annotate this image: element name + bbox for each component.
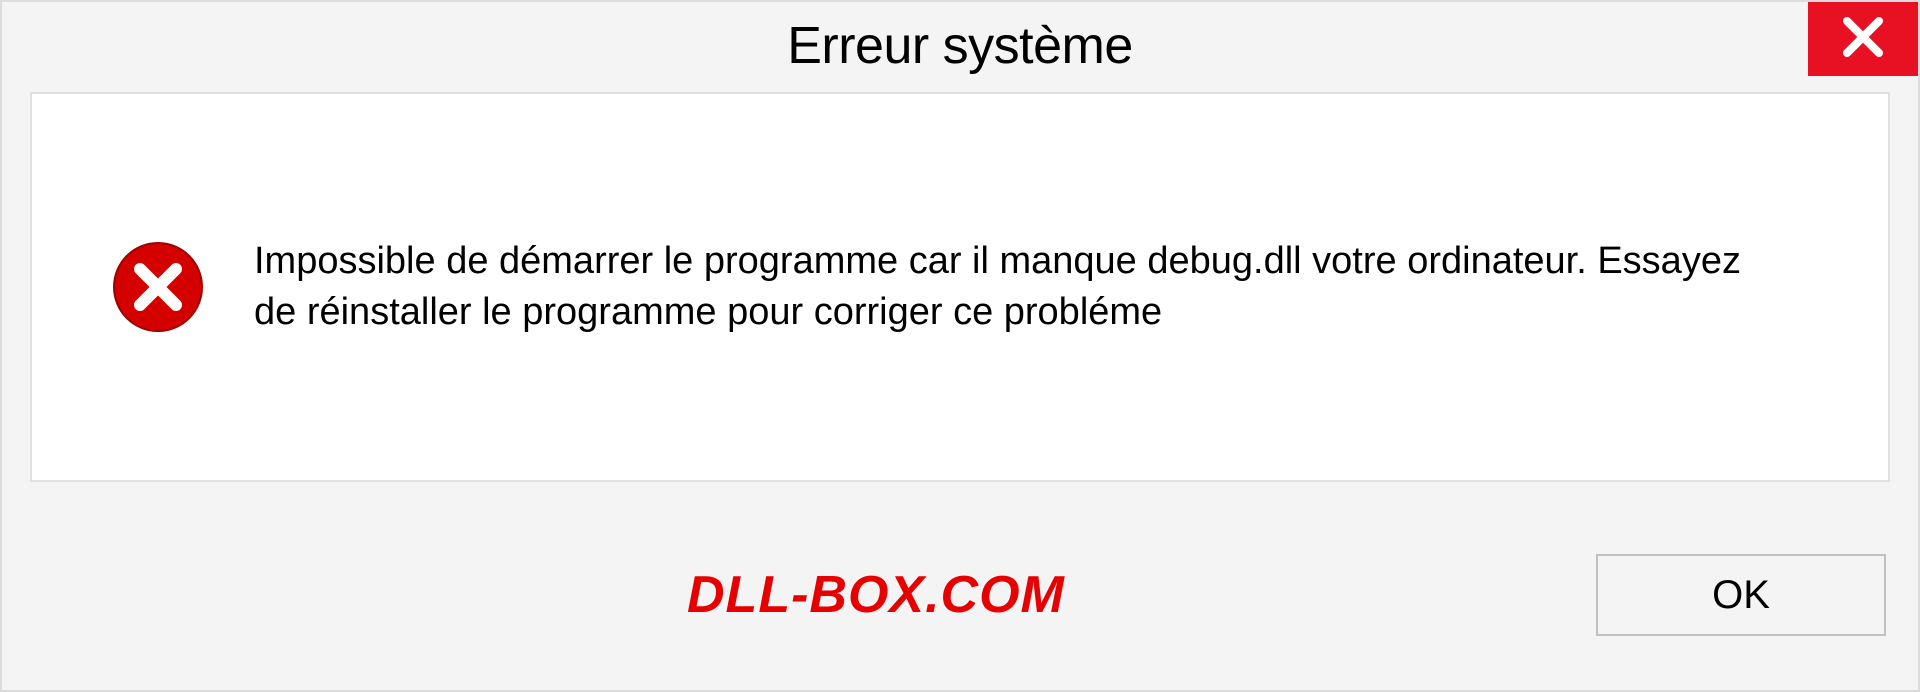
- error-icon: [112, 241, 204, 333]
- close-icon: [1841, 15, 1885, 64]
- ok-button[interactable]: OK: [1596, 554, 1886, 636]
- error-message: Impossible de démarrer le programme car …: [254, 236, 1754, 339]
- titlebar: Erreur système: [2, 2, 1918, 90]
- dialog-title: Erreur système: [787, 16, 1133, 76]
- content-panel: Impossible de démarrer le programme car …: [30, 92, 1890, 482]
- watermark-text: DLL-BOX.COM: [687, 565, 1065, 625]
- close-button[interactable]: [1808, 2, 1918, 76]
- dialog-footer: DLL-BOX.COM OK: [2, 500, 1918, 690]
- error-dialog-window: Erreur système Impossible de démarrer le…: [0, 0, 1920, 692]
